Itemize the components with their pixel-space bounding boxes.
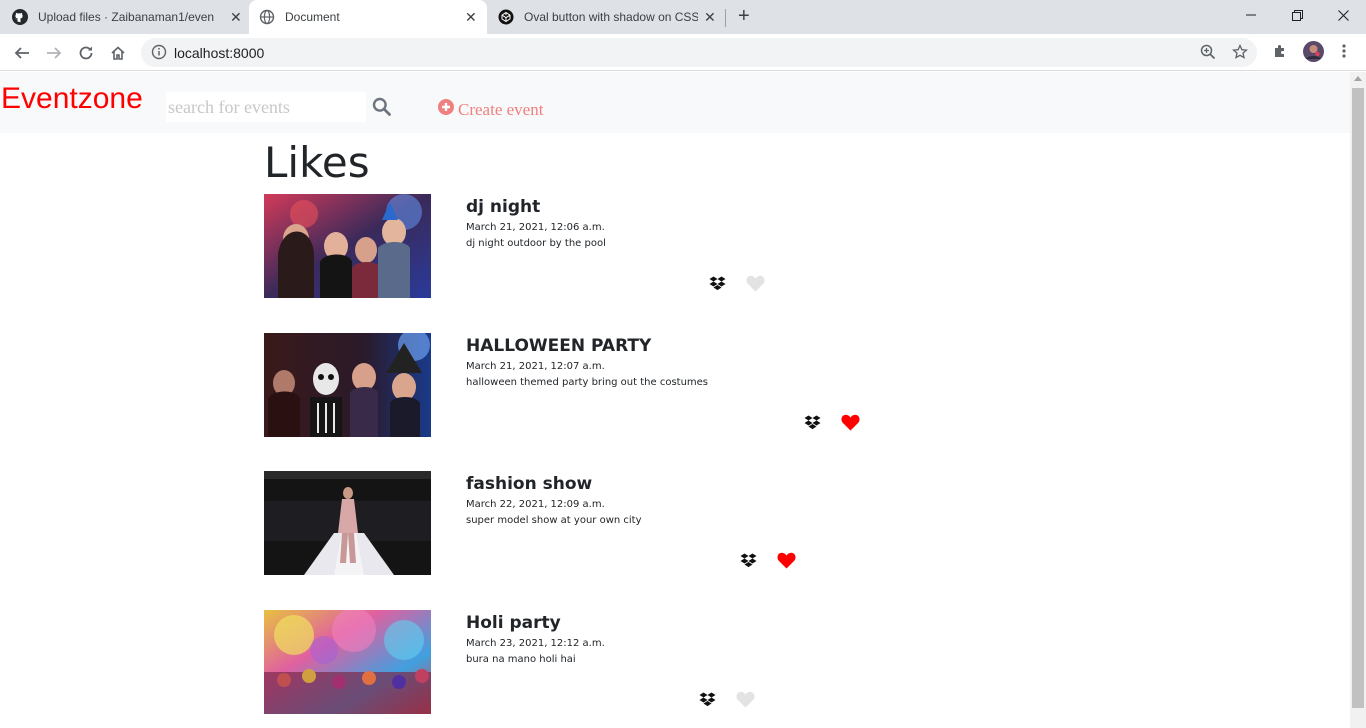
more-menu-icon[interactable] — [1340, 43, 1348, 64]
event-card: dj night March 21, 2021, 12:06 a.m. dj n… — [264, 194, 964, 304]
home-icon[interactable] — [104, 34, 132, 71]
event-image-holi-party[interactable] — [264, 610, 431, 714]
back-icon[interactable] — [8, 34, 36, 71]
event-description: halloween themed party bring out the cos… — [466, 377, 709, 388]
codepen-icon — [498, 9, 514, 25]
address-bar[interactable]: localhost:8000 — [141, 38, 1257, 67]
tab-title: Upload files · Zaibanaman1/event — [38, 10, 214, 24]
event-title[interactable]: dj night — [466, 197, 540, 217]
search-icon[interactable] — [372, 97, 391, 121]
heart-icon-liked[interactable] — [841, 414, 860, 436]
create-event-label: Create event — [458, 99, 544, 119]
event-description: super model show at your own city — [466, 515, 642, 526]
dropbox-icon[interactable] — [804, 415, 821, 435]
event-date: March 22, 2021, 12:09 a.m. — [466, 499, 605, 510]
event-title[interactable]: HALLOWEEN PARTY — [466, 336, 651, 356]
restore-icon[interactable] — [1274, 0, 1320, 30]
tab-close-icon[interactable]: ✕ — [704, 9, 716, 26]
tab-title: Document — [285, 10, 340, 24]
event-date: March 21, 2021, 12:07 a.m. — [466, 361, 605, 372]
brand-logo[interactable]: Eventzone — [1, 82, 143, 116]
page-scrollbar[interactable] — [1350, 72, 1366, 728]
url-text: localhost:8000 — [174, 45, 265, 61]
browser-toolbar: localhost:8000 — [0, 34, 1366, 71]
browser-tab-codepen[interactable]: Oval button with shadow on CSS ✕ — [498, 0, 728, 34]
event-card: Holi party March 23, 2021, 12:12 a.m. bu… — [264, 610, 964, 720]
zoom-icon[interactable] — [1200, 44, 1216, 65]
heart-icon-unliked[interactable] — [746, 275, 765, 297]
site-navbar: Eventzone Create event — [0, 72, 1350, 133]
new-tab-icon[interactable]: + — [738, 5, 750, 28]
tab-separator — [725, 9, 726, 27]
event-image-halloween-party[interactable] — [264, 333, 431, 437]
tab-close-icon[interactable]: ✕ — [230, 9, 242, 26]
event-date: March 21, 2021, 12:06 a.m. — [466, 222, 605, 233]
globe-icon — [259, 9, 275, 25]
bookmark-star-icon[interactable] — [1231, 43, 1249, 65]
tab-title: Oval button with shadow on CSS — [524, 10, 698, 24]
event-card: HALLOWEEN PARTY March 21, 2021, 12:07 a.… — [264, 333, 964, 443]
profile-avatar[interactable] — [1303, 41, 1324, 67]
event-image-dj-night[interactable] — [264, 194, 431, 298]
plus-circle-icon — [438, 99, 454, 120]
forward-icon[interactable] — [40, 34, 68, 71]
github-icon — [12, 9, 28, 25]
tab-close-icon[interactable]: ✕ — [465, 9, 477, 26]
dropbox-icon[interactable] — [709, 276, 726, 296]
event-card: fashion show March 22, 2021, 12:09 a.m. … — [264, 471, 964, 581]
browser-tab-document[interactable]: Document ✕ — [249, 0, 487, 34]
event-title[interactable]: Holi party — [466, 613, 561, 633]
page-title: Likes — [264, 138, 370, 187]
event-image-fashion-show[interactable] — [264, 471, 431, 575]
search-input[interactable] — [166, 92, 366, 122]
create-event-link[interactable]: Create event — [438, 99, 543, 120]
event-description: dj night outdoor by the pool — [466, 238, 606, 249]
dropbox-icon[interactable] — [740, 553, 757, 573]
browser-tab-strip: Upload files · Zaibanaman1/event ✕ Docum… — [0, 0, 1366, 34]
event-title[interactable]: fashion show — [466, 474, 592, 494]
scroll-up-arrow-icon[interactable] — [1354, 76, 1362, 81]
heart-icon-liked[interactable] — [777, 552, 796, 574]
extensions-puzzle-icon[interactable] — [1272, 43, 1288, 64]
info-icon[interactable] — [151, 44, 167, 65]
minimize-icon[interactable] — [1228, 0, 1274, 30]
page-viewport: Eventzone Create event Likes — [0, 72, 1350, 728]
close-window-icon[interactable] — [1320, 0, 1366, 30]
event-description: bura na mano holi hai — [466, 654, 576, 665]
reload-icon[interactable] — [72, 34, 100, 71]
scrollbar-thumb[interactable] — [1352, 88, 1364, 708]
dropbox-icon[interactable] — [699, 692, 716, 712]
event-date: March 23, 2021, 12:12 a.m. — [466, 638, 605, 649]
browser-tab-github[interactable]: Upload files · Zaibanaman1/event ✕ — [12, 0, 246, 34]
heart-icon-unliked[interactable] — [736, 691, 755, 713]
